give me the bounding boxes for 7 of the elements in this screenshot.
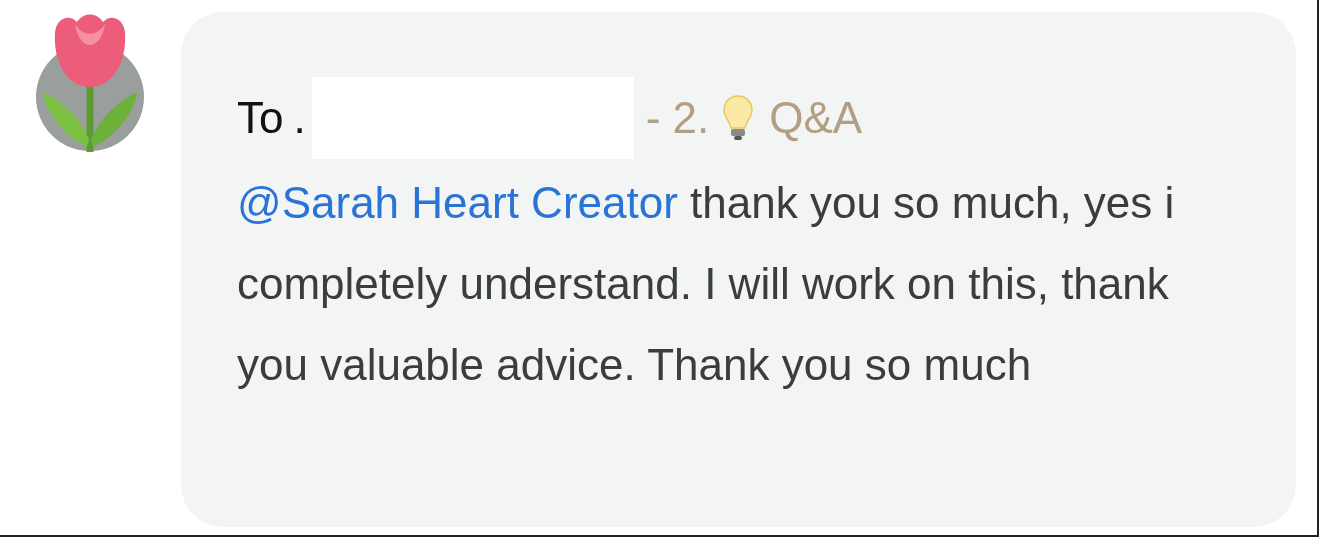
qa-tag: Q&A (769, 93, 863, 143)
recipient-name: . (293, 93, 306, 143)
comment-text: @Sarah Heart Creator thank you so much, yes i completely understand. I will work on this, thank you valuable advice. Thank you so much (237, 177, 1176, 391)
mention-link[interactable]: @Sarah Heart Creator (237, 178, 678, 227)
number-label: - 2. (645, 93, 710, 143)
lightbulb-icon (723, 95, 754, 141)
to-label: To (237, 93, 284, 143)
